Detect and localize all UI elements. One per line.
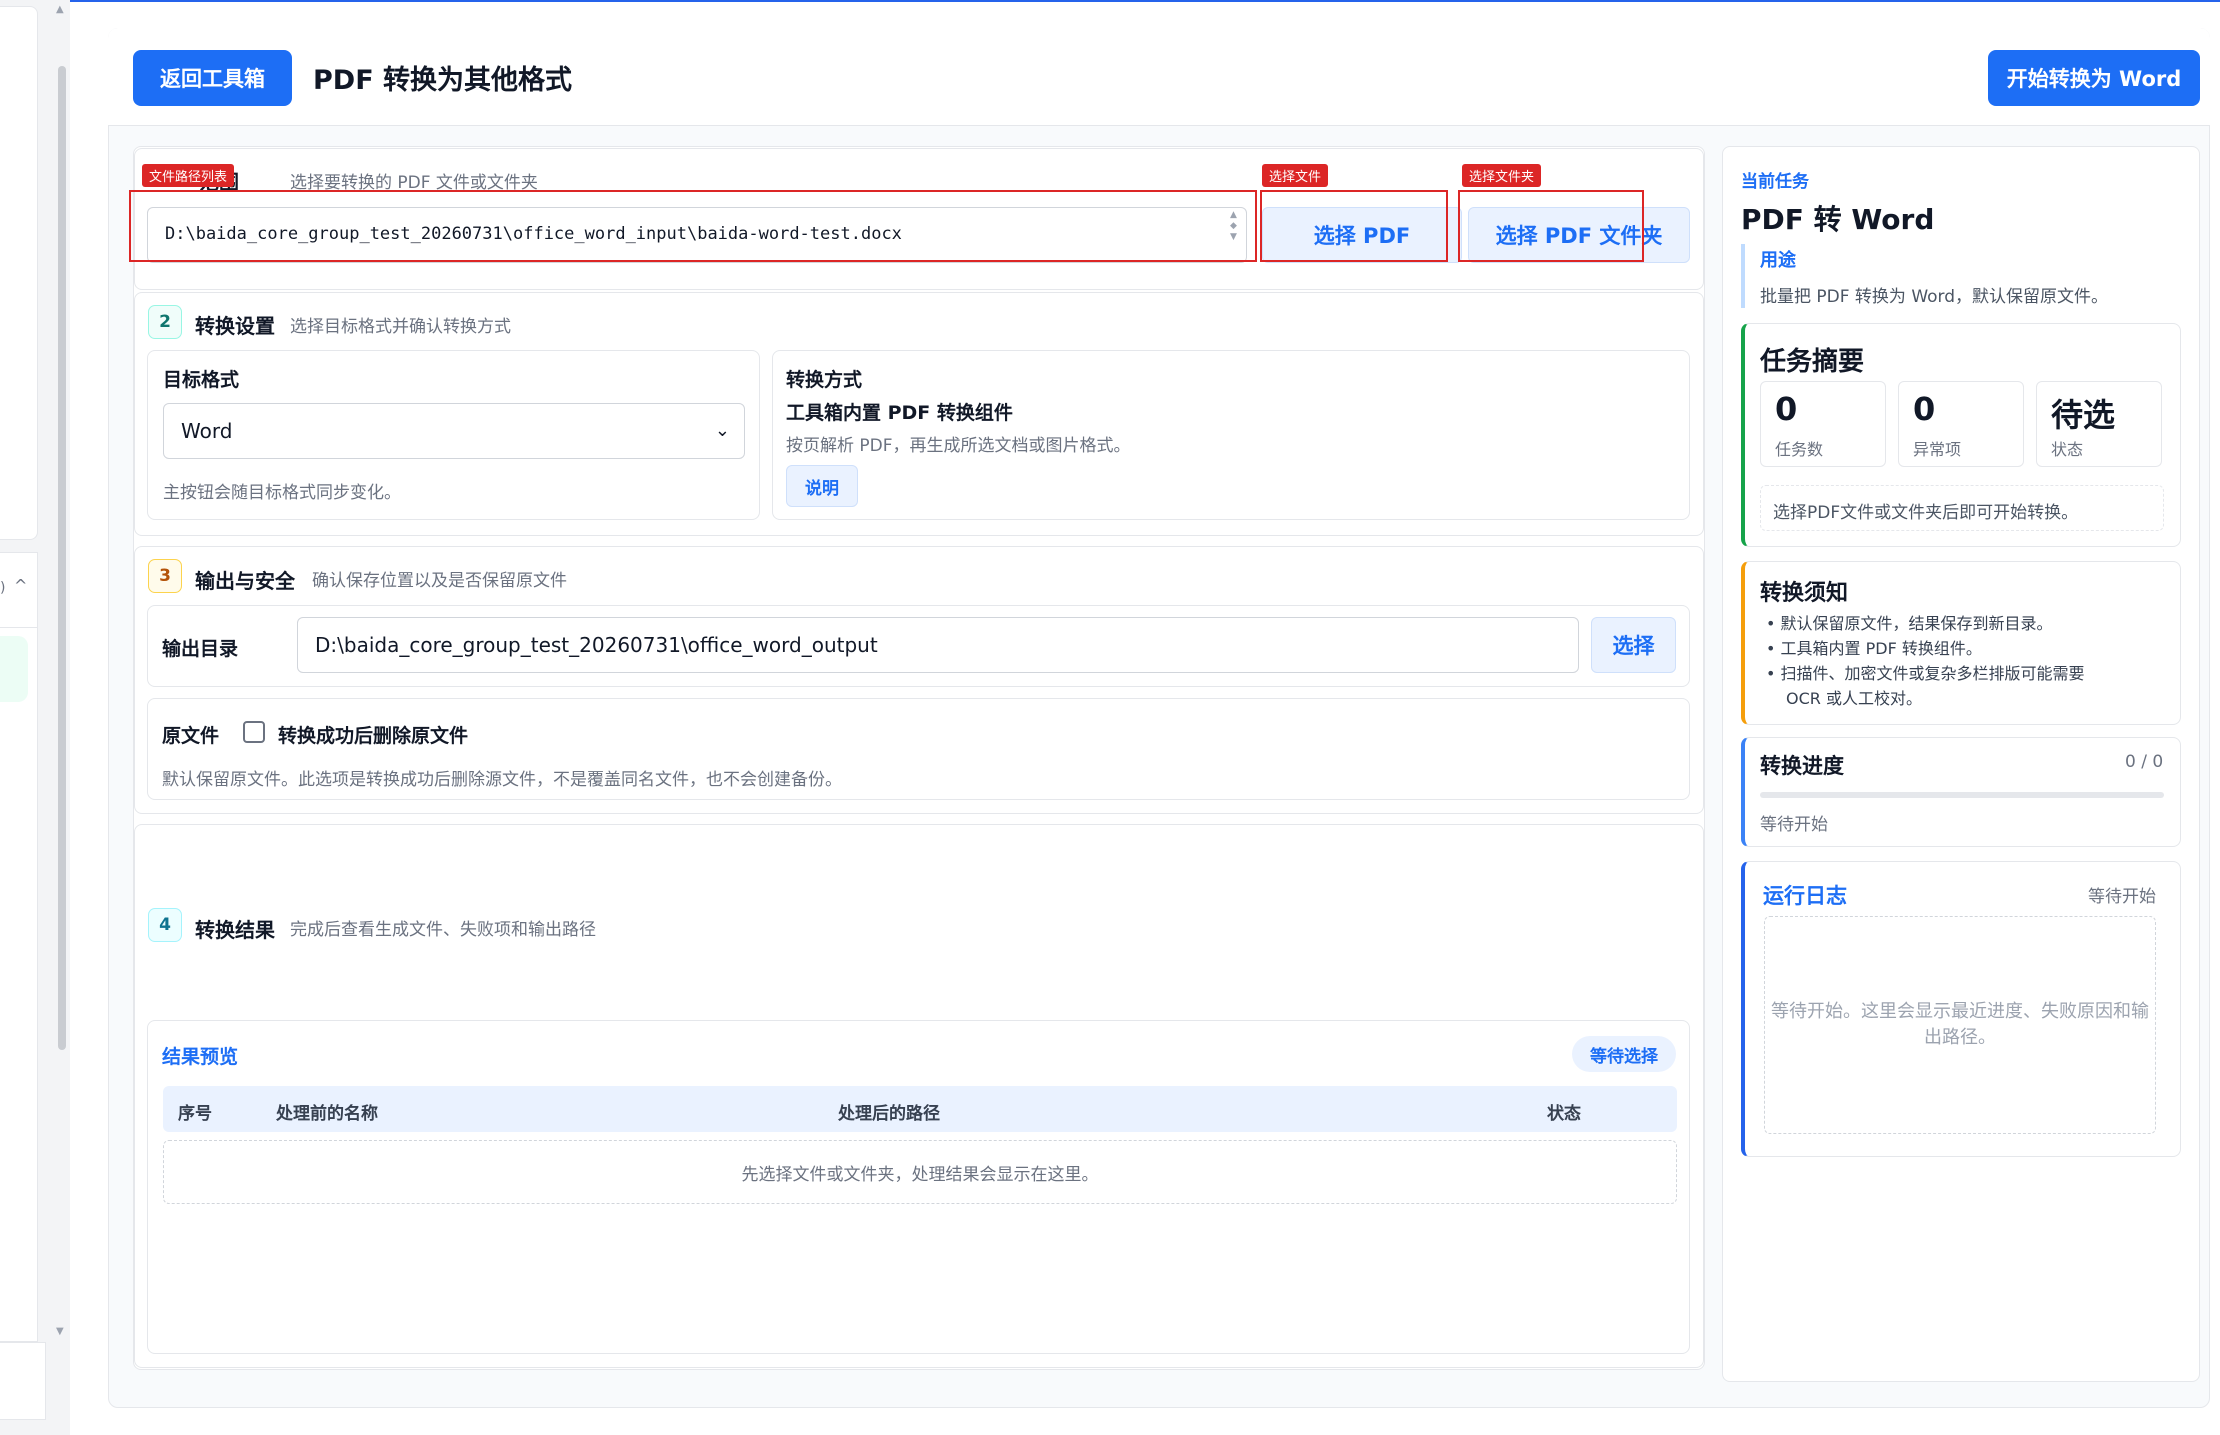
left-panel: [0, 6, 38, 540]
delete-original-checkbox[interactable]: [243, 721, 265, 743]
column-name-before: 处理前的名称: [276, 1104, 378, 1124]
notice-text-3: 扫描件、加密文件或复杂多栏排版可能需要: [1780, 664, 2085, 683]
purpose-text: 批量把 PDF 转换为 Word，默认保留原文件。: [1760, 287, 2109, 307]
annotation-tag-file: 选择文件: [1262, 164, 1329, 187]
column-path-after: 处理后的路径: [838, 1104, 940, 1124]
scroll-up-icon[interactable]: ▲: [56, 4, 64, 15]
target-format-select[interactable]: Word ⌄: [163, 403, 745, 459]
annotation-box-folder: [1458, 190, 1644, 262]
stat-error-count: 0 异常项: [1898, 381, 2024, 467]
step3-number: 3: [148, 559, 182, 593]
step2-subtitle: 选择目标格式并确认转换方式: [290, 317, 511, 337]
notice-text-1: 默认保留原文件，结果保存到新目录。: [1780, 614, 2053, 633]
stat-error-count-value: 0: [1913, 390, 1936, 428]
notice-item: • 工具箱内置 PDF 转换组件。: [1766, 639, 1982, 658]
target-format-value: Word: [181, 419, 233, 443]
progress-count: 0 / 0: [2125, 752, 2164, 772]
notice-text-4: OCR 或人工校对。: [1786, 689, 1922, 708]
chevron-up-icon[interactable]: ^: [14, 576, 27, 595]
current-task-label: 当前任务: [1741, 172, 1809, 192]
method-desc: 按页解析 PDF，再生成所选文档或图片格式。: [786, 436, 1131, 456]
method-label: 转换方式: [786, 369, 863, 391]
original-file-label: 原文件: [162, 725, 220, 747]
summary-hint: 选择PDF文件或文件夹后即可开始转换。: [1760, 485, 2164, 531]
step4-title: 转换结果: [195, 918, 275, 942]
notice-item: • 默认保留原文件，结果保存到新目录。: [1766, 614, 2053, 633]
log-status: 等待开始: [2088, 887, 2156, 907]
delete-original-hint: 默认保留原文件。此选项是转换成功后删除源文件，不是覆盖同名文件，也不会创建备份。: [162, 770, 842, 790]
notice-item: • 扫描件、加密文件或复杂多栏排版可能需要: [1766, 664, 2085, 683]
stat-status-label: 状态: [2051, 440, 2084, 459]
annotation-box-file: [1260, 190, 1448, 262]
step2-number: 2: [148, 305, 182, 339]
explain-button[interactable]: 说明: [786, 465, 858, 507]
result-preview-label: 结果预览: [162, 1046, 239, 1068]
result-table-header: 序号 处理前的名称 处理后的路径 状态: [163, 1086, 1677, 1132]
annotation-tag-folder: 选择文件夹: [1462, 164, 1542, 187]
purpose-label: 用途: [1760, 250, 1796, 271]
step4-number: 4: [148, 908, 182, 942]
step4-subtitle: 完成后查看生成文件、失败项和输出路径: [290, 920, 596, 940]
step2-title: 转换设置: [195, 314, 275, 338]
delete-original-label[interactable]: 转换成功后删除原文件: [278, 721, 468, 748]
scroll-down-icon[interactable]: ▼: [56, 1326, 64, 1337]
notice-title: 转换须知: [1760, 581, 1849, 606]
annotation-box-paths: [129, 190, 1257, 262]
output-dir-input[interactable]: D:\baida_core_group_test_20260731\office…: [297, 617, 1579, 673]
stat-status-value: 待选: [2051, 396, 2116, 434]
target-format-hint: 主按钮会随目标格式同步变化。: [163, 483, 401, 503]
back-to-toolbox-button[interactable]: 返回工具箱: [133, 50, 292, 106]
page-title: PDF 转换为其他格式: [313, 65, 573, 96]
chevron-down-icon: ⌄: [714, 420, 730, 441]
choose-output-button[interactable]: 选择: [1591, 617, 1676, 673]
progress-bar: [1760, 792, 2164, 798]
column-index: 序号: [178, 1104, 212, 1124]
left-panel-footer: [0, 1342, 46, 1420]
output-dir-label: 输出目录: [162, 638, 239, 660]
stat-error-count-label: 异常项: [1913, 440, 1962, 459]
result-empty-row: 先选择文件或文件夹，处理结果会显示在这里。: [163, 1140, 1677, 1204]
scrollbar-thumb[interactable]: [58, 66, 66, 1050]
log-title: 运行日志: [1763, 884, 1847, 908]
stat-task-count-value: 0: [1775, 390, 1798, 428]
left-divider: [0, 627, 38, 628]
target-format-label: 目标格式: [163, 369, 240, 391]
stat-task-count: 0 任务数: [1760, 381, 1886, 467]
step3-title: 输出与安全: [195, 569, 295, 593]
step3-subtitle: 确认保存位置以及是否保留原文件: [312, 571, 567, 591]
stat-status: 待选 状态: [2036, 381, 2162, 467]
start-convert-button[interactable]: 开始转换为 Word: [1988, 50, 2200, 106]
task-name: PDF 转 Word: [1741, 203, 1935, 236]
column-status: 状态: [1547, 1104, 1581, 1124]
status-badge: 等待选择: [1572, 1036, 1676, 1072]
method-name: 工具箱内置 PDF 转换组件: [786, 402, 1013, 424]
log-output: 等待开始。这里会显示最近进度、失败原因和输出路径。: [1764, 916, 2156, 1134]
purpose-bar: [1741, 244, 1745, 308]
notice-text-2: 工具箱内置 PDF 转换组件。: [1780, 639, 1982, 658]
progress-title: 转换进度: [1760, 754, 1844, 778]
stat-task-count-label: 任务数: [1775, 440, 1824, 459]
top-accent-line: [0, 0, 2220, 2]
left-paren-glyph: ): [0, 580, 6, 596]
annotation-tag-paths: 文件路径列表: [142, 164, 235, 187]
summary-title: 任务摘要: [1760, 347, 1865, 377]
progress-status: 等待开始: [1760, 815, 1828, 835]
left-active-item[interactable]: [0, 636, 28, 702]
